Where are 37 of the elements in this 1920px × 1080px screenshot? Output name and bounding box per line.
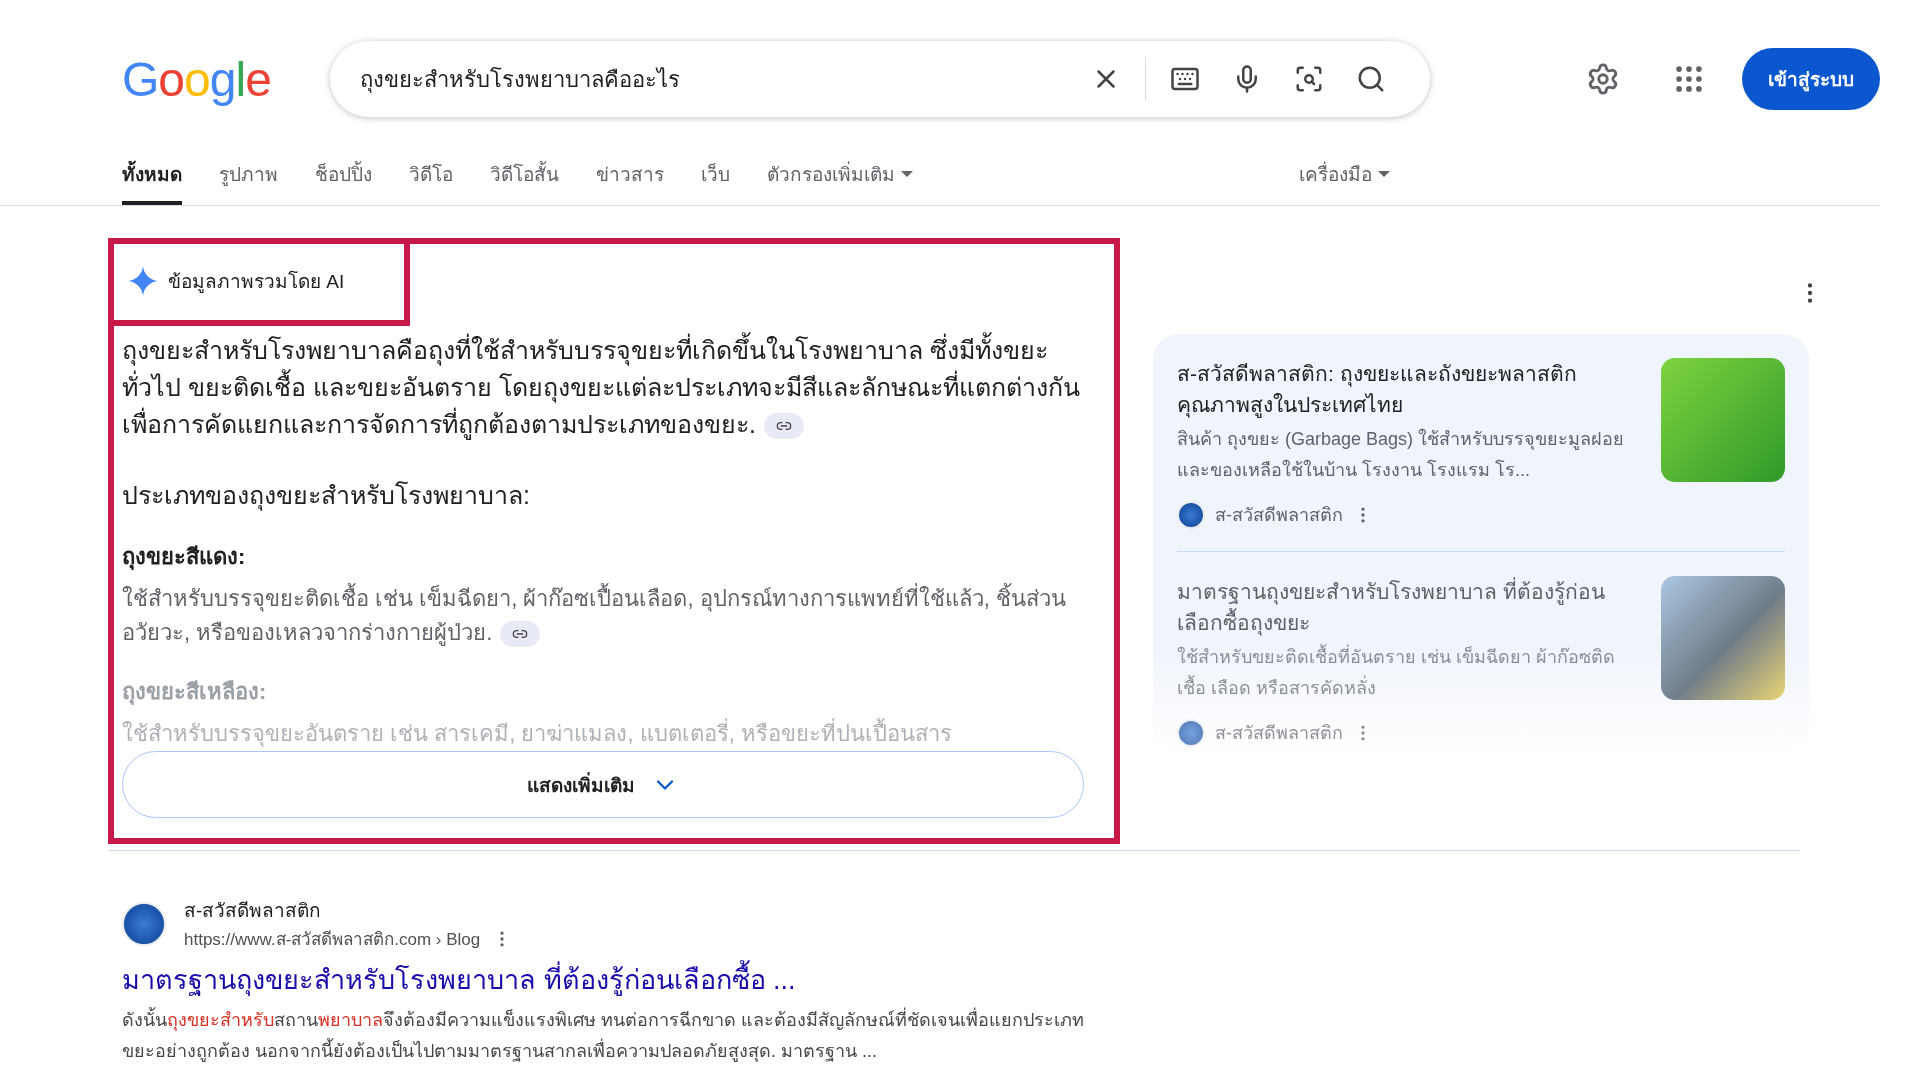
source-snippet: ใช้สำหรับขยะติดเชื้อที่อันตราย เช่น เข็มฉีดยา ผ้าก๊อซติดเชื้อ เลือด หรือสารคัดหลั่ง bbox=[1177, 642, 1637, 704]
show-more-button[interactable]: แสดงเพิ่มเติม bbox=[122, 751, 1084, 818]
item-heading: ถุงขยะสีเหลือง: bbox=[122, 678, 268, 707]
overview-paragraph: ถุงขยะสำหรับโรงพยาบาลคือถุงที่ใช้สำหรับบรรจุขยะที่เกิดขึ้นในโรงพยาบาล ซึ่งมีทั้งขยะทั่วไป ขยะติดเชื้อ และขยะอันตราย โดยถุงขยะแต่ละประเภทจะมีสีและลักษณะที่แตกต่างกันเพื่อการคัดแยกและการจัดการที่ถูกต้องตามประเภทของขยะ. bbox=[122, 332, 1084, 443]
sign-in-button[interactable]: เข้าสู่ระบบ bbox=[1742, 48, 1880, 110]
section-heading: ประเภทของถุงขยะสำหรับโรงพยาบาล: bbox=[122, 480, 531, 513]
site-favicon bbox=[1177, 500, 1205, 529]
result-title-link[interactable]: มาตรฐานถุงขยะสำหรับโรงพยาบาล ที่ต้องรู้ก่อนเลือกซื้อ ... bbox=[122, 958, 1102, 1001]
search-tab[interactable]: วิดีโอ bbox=[409, 145, 453, 205]
tools-menu[interactable]: เครื่องมือ bbox=[1299, 145, 1390, 205]
search-field[interactable]: ถุงขยะสำหรับโรงพยาบาลคืออะไร bbox=[330, 41, 1430, 117]
source-title[interactable]: มาตรฐานถุงขยะสำหรับโรงพยาบาล ที่ต้องรู้ก่อนเลือกซื้อถุงขยะ bbox=[1177, 576, 1637, 638]
site-name: ส-สวัสดีพลาสติก bbox=[1215, 504, 1343, 527]
search-tab[interactable]: ข่าวสาร bbox=[596, 145, 664, 205]
search-tab[interactable]: วิดีโอสั้น bbox=[490, 145, 559, 205]
link-chip[interactable] bbox=[500, 621, 541, 648]
search-tab[interactable]: ช็อปปิ้ง bbox=[315, 145, 372, 205]
ai-overview-title: ข้อมูลภาพรวมโดย AI bbox=[168, 269, 345, 295]
link-chip[interactable] bbox=[763, 413, 804, 440]
result-snippet: ดังนั้นถุงขยะสำหรับสถานพยาบาลจึงต้องมีความแข็งแรงพิเศษ ทนต่อการฉีกขาด และต้องมีสัญลักษณ์ที่ชัดเจนเพื่อแยกประเภทขยะอย่างถูกต้อง นอกจากนี้ยังต้องเป็นไปตามมาตรฐานสากลเพื่อความปลอดภัยสูงสุด. มาตรฐาน ... bbox=[122, 1005, 1102, 1067]
caret-icon bbox=[1378, 170, 1390, 178]
site-name: ส-สวัสดีพลาสติก bbox=[1215, 722, 1343, 745]
sparkle-icon bbox=[128, 266, 158, 296]
site-favicon bbox=[122, 901, 166, 946]
item-heading: ถุงขยะสีแดง: bbox=[122, 543, 247, 572]
result-url: https://www.ส-สวัสดีพลาสติก.com › Blog bbox=[184, 929, 481, 951]
source-title[interactable]: ส-สวัสดีพลาสติก: ถุงขยะและถังขยะพลาสติกคุณภาพสูงในประเทศไทย bbox=[1177, 358, 1637, 420]
search-tab[interactable]: ตัวกรองเพิ่มเติม bbox=[767, 145, 913, 205]
source-snippet: สินค้า ถุงขยะ (Garbage Bags) ใช้สำหรับบรรจุขยะมูลฝอยและของเหลือใช้ในบ้าน โรงงาน โรงแรม โร... bbox=[1177, 427, 1626, 482]
google-logo: Google bbox=[122, 51, 272, 107]
item-text: ใช้สำหรับบรรจุขยะอันตราย เช่น สารเคมี, ยาฆ่าแมลง, แบตเตอรี่, หรือขยะที่ปนเปื้อนสาร bbox=[122, 717, 1084, 751]
site-favicon bbox=[1177, 718, 1205, 747]
search-tab[interactable]: ทั้งหมด bbox=[122, 145, 182, 205]
search-tab[interactable]: เว็บ bbox=[701, 145, 730, 205]
search-tab[interactable]: รูปภาพ bbox=[219, 145, 278, 205]
site-name: ส-สวัสดีพลาสติก bbox=[184, 899, 323, 923]
item-text: ใช้สำหรับบรรจุขยะติดเชื้อ เช่น เข็มฉีดยา, ผ้าก๊อซเปื้อนเลือด, อุปกรณ์ทางการแพทย์ที่ใช้แล้ว, ชิ้นส่วนอวัยวะ, หรือของเหลวจากร่างกายผู้ป่วย. bbox=[122, 582, 1084, 650]
